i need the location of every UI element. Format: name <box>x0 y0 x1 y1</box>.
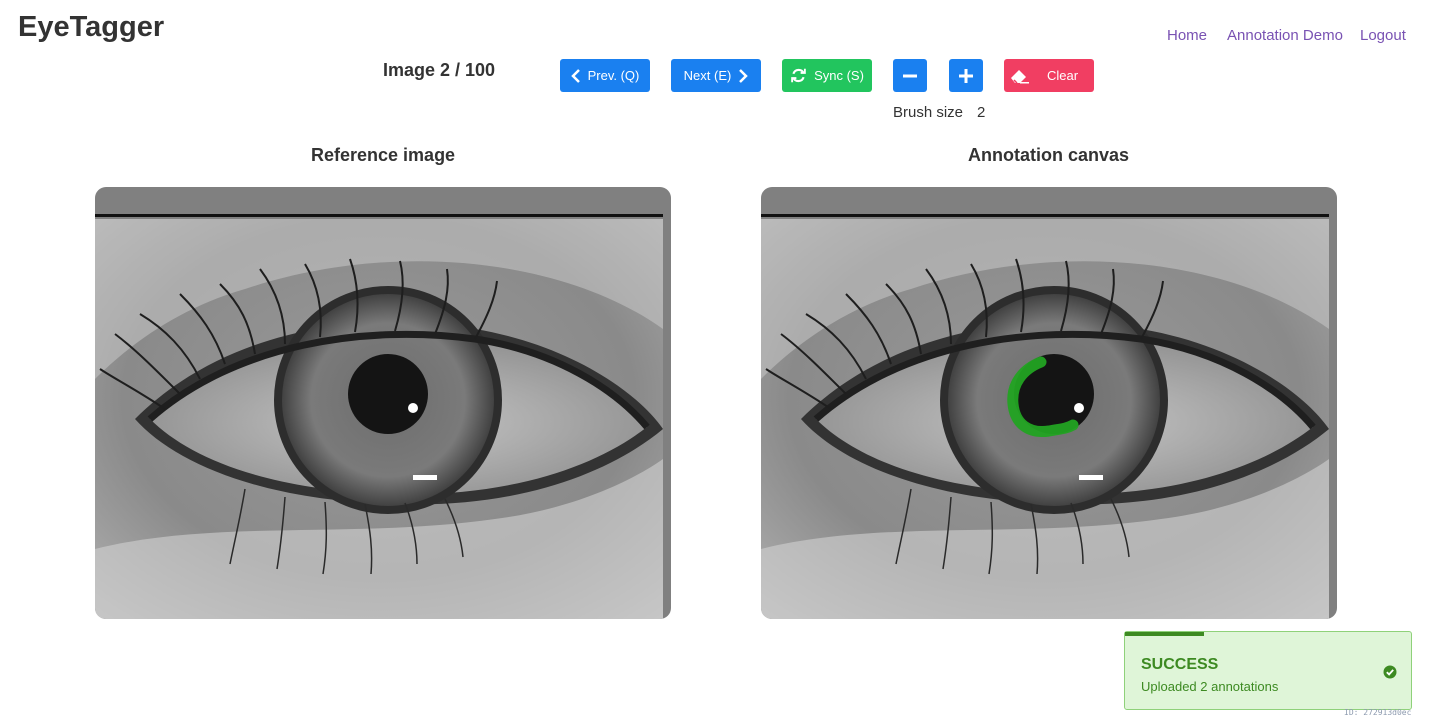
annotation-eye-image[interactable] <box>761 219 1329 619</box>
reference-image-panel <box>95 187 671 619</box>
next-label: Next (E) <box>683 68 732 83</box>
app-title: EyeTagger <box>18 11 165 43</box>
image-counter: Image 2 / 100 <box>383 60 496 80</box>
check-circle-icon <box>1383 665 1397 679</box>
prev-button[interactable]: Prev. (Q) <box>560 59 650 92</box>
nav-home[interactable]: Home <box>1167 27 1207 44</box>
clear-label: Clear <box>1047 68 1079 83</box>
annotation-canvas-panel[interactable] <box>761 187 1337 619</box>
plus-icon <box>959 68 973 83</box>
brush-size-value: 2 <box>977 104 986 121</box>
annotation-title: Annotation canvas <box>968 145 1130 165</box>
success-toast: SUCCESS Uploaded 2 annotations <box>1124 631 1412 710</box>
toast-message: Uploaded 2 annotations <box>1141 679 1279 694</box>
chevron-left-icon <box>570 68 580 83</box>
reference-title: Reference image <box>311 145 456 165</box>
next-button[interactable]: Next (E) <box>671 59 761 92</box>
chevron-right-icon <box>739 68 749 83</box>
brush-size-label: Brush size <box>893 104 964 121</box>
nav-logout[interactable]: Logout <box>1360 27 1406 44</box>
sync-icon <box>791 68 806 83</box>
brush-increase-button[interactable] <box>949 59 983 92</box>
sync-button[interactable]: Sync (S) <box>782 59 872 92</box>
reference-eye-image <box>95 219 663 619</box>
brush-decrease-button[interactable] <box>893 59 927 92</box>
minus-icon <box>903 74 917 77</box>
clear-button[interactable]: Clear <box>1004 59 1094 92</box>
build-id: ID: 272913d0ec <box>1344 708 1412 717</box>
sync-label: Sync (S) <box>814 68 864 83</box>
nav-annotation-demo[interactable]: Annotation Demo <box>1227 27 1343 44</box>
eraser-icon <box>1011 69 1029 84</box>
prev-label: Prev. (Q) <box>587 68 640 83</box>
toast-progress-bar <box>1125 632 1204 636</box>
toast-title: SUCCESS <box>1141 656 1219 673</box>
brush-size: Brush size 2 <box>893 104 985 121</box>
